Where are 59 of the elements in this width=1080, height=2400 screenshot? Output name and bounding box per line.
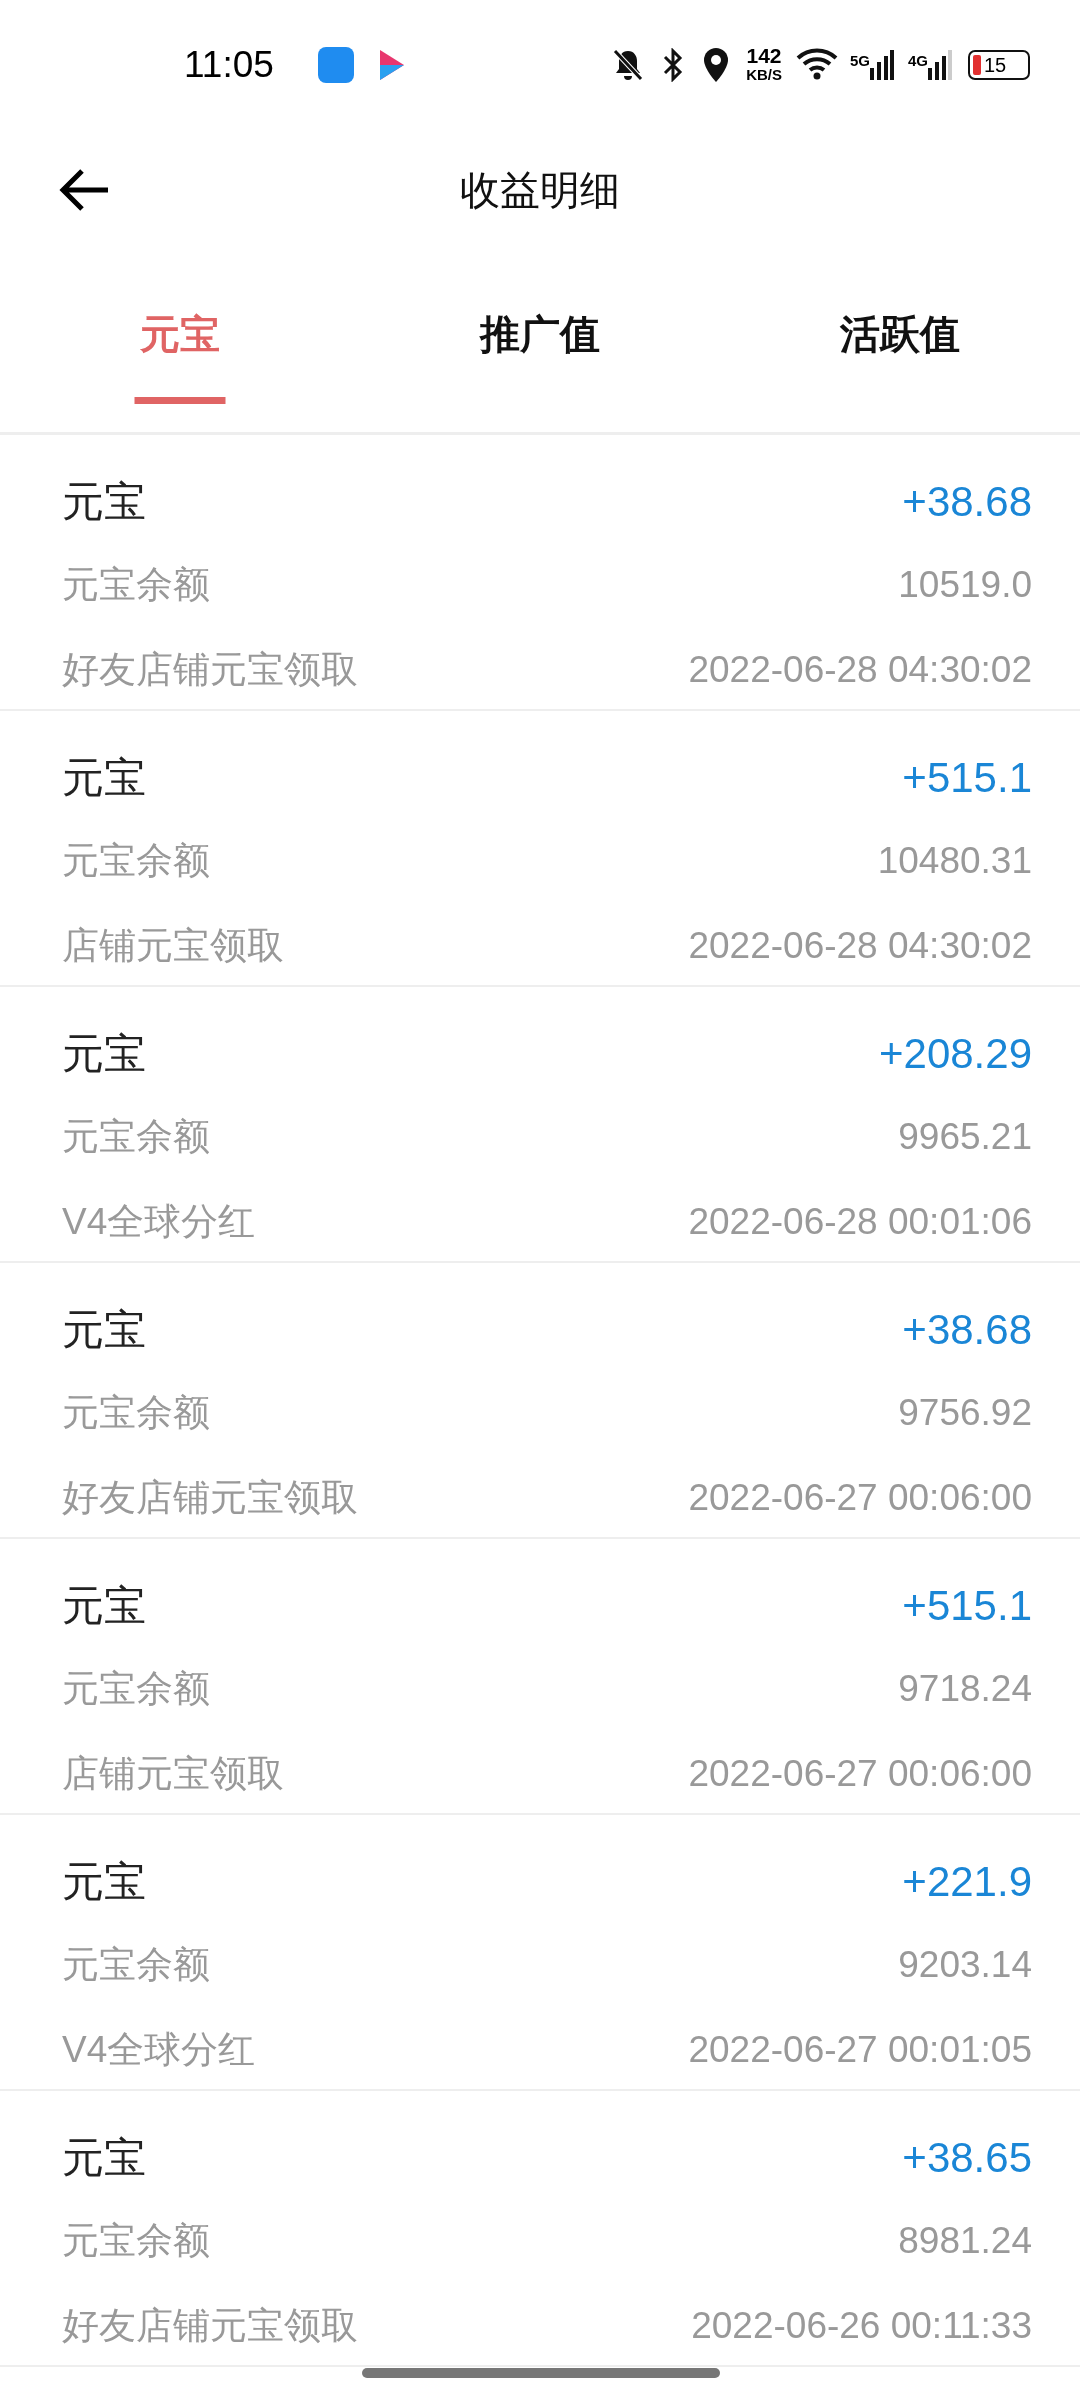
net-speed-unit: KB/S	[746, 65, 782, 84]
mute-bell-icon	[612, 48, 645, 82]
record-source: 店铺元宝领取	[62, 923, 285, 968]
record-source: 店铺元宝领取	[62, 1751, 285, 1796]
balance-label: 元宝余额	[62, 1667, 211, 1711]
balance-value: 8981.24	[897, 2219, 1032, 2263]
record-time: 2022-06-28 04:30:02	[688, 923, 1032, 968]
bluetooth-icon	[662, 48, 685, 82]
location-icon	[702, 46, 731, 84]
record-source: 好友店铺元宝领取	[62, 647, 359, 692]
amount: +515.1	[901, 1581, 1032, 1632]
balance-label: 元宝余额	[62, 563, 211, 607]
record-title: 元宝	[62, 1305, 147, 1356]
page-title: 收益明细	[460, 167, 620, 214]
record-title: 元宝	[62, 1857, 147, 1908]
record-title: 元宝	[62, 1029, 147, 1080]
amount: +38.65	[901, 2133, 1032, 2184]
signal-icon	[870, 50, 894, 80]
tab[interactable]: 活跃值	[720, 250, 1080, 432]
amount: +515.1	[901, 753, 1032, 804]
record-time: 2022-06-28 04:30:02	[688, 647, 1032, 692]
balance-value: 9965.21	[897, 1115, 1032, 1159]
net-speed: 142	[746, 46, 782, 65]
balance-label: 元宝余额	[62, 2219, 211, 2263]
record-title: 元宝	[62, 477, 147, 528]
balance-label: 元宝余额	[62, 1391, 211, 1435]
balance-value: 9718.24	[897, 1667, 1032, 1711]
record-source: 好友店铺元宝领取	[62, 1475, 359, 1520]
amount: +208.29	[878, 1029, 1032, 1080]
record-source: V4全球分红	[62, 1199, 257, 1244]
record-title: 元宝	[62, 2133, 147, 2184]
record-title: 元宝	[62, 753, 147, 804]
record-source: V4全球分红	[62, 2027, 257, 2072]
network-type: 4G	[908, 51, 928, 71]
battery-icon: 15	[968, 50, 1030, 80]
amount: +38.68	[901, 1305, 1032, 1356]
balance-label: 元宝余额	[62, 1943, 211, 1987]
back-icon[interactable]	[58, 168, 110, 212]
balance-label: 元宝余额	[62, 839, 211, 883]
clock: 11:05	[184, 43, 274, 88]
tab[interactable]: 推广值	[360, 250, 720, 432]
app-notification-icon	[317, 47, 354, 83]
signal-icon	[928, 50, 952, 80]
balance-label: 元宝余额	[62, 1115, 211, 1159]
wifi-icon	[795, 48, 840, 82]
network-type: 5G	[849, 51, 870, 71]
amount: +38.68	[901, 477, 1032, 528]
balance-value: 10519.0	[897, 563, 1032, 607]
amount: +221.9	[901, 1857, 1032, 1908]
record-time: 2022-06-27 00:01:05	[688, 2027, 1032, 2072]
record-title: 元宝	[62, 1581, 147, 1632]
record-source: 好友店铺元宝领取	[62, 2303, 359, 2348]
record-time: 2022-06-26 00:11:33	[691, 2303, 1032, 2348]
record-time: 2022-06-27 00:06:00	[688, 1475, 1032, 1520]
record-time: 2022-06-28 00:01:06	[688, 1199, 1032, 1244]
record-time: 2022-06-27 00:06:00	[688, 1751, 1032, 1796]
balance-value: 10480.31	[876, 839, 1032, 883]
balance-value: 9203.14	[897, 1943, 1032, 1987]
balance-value: 9756.92	[897, 1391, 1032, 1435]
